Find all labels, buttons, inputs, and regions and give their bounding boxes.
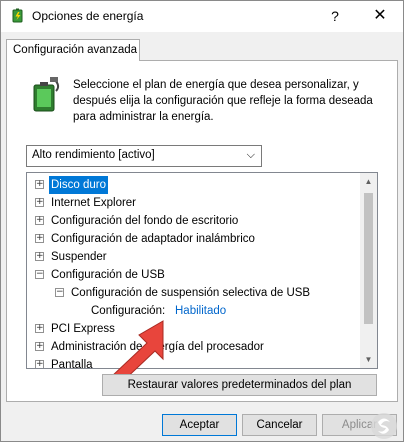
expand-icon[interactable]: + — [35, 324, 44, 333]
title-bar: Opciones de energía ? ✕ — [1, 1, 403, 32]
setting-label: Configuración: — [91, 305, 166, 317]
collapse-icon[interactable]: − — [35, 270, 44, 279]
expand-icon[interactable]: + — [35, 180, 44, 189]
tree-item-label: Configuración del fondo de escritorio — [51, 215, 239, 227]
intro-text: Seleccione el plan de energía que desea … — [73, 79, 373, 123]
site-logo-icon — [371, 413, 397, 439]
chevron-down-icon: ⌵ — [246, 149, 255, 161]
setting-value-link[interactable]: Habilitado — [175, 302, 226, 320]
tree-item-label: Disco duro — [49, 176, 108, 194]
close-button[interactable]: ✕ — [365, 5, 395, 27]
tree-item-label: Suspender — [51, 251, 107, 263]
scroll-up-icon[interactable]: ▲ — [360, 173, 377, 190]
window-title: Opciones de energía — [32, 9, 144, 23]
tree-item-label: Internet Explorer — [51, 197, 137, 209]
tab-advanced-settings[interactable]: Configuración avanzada — [6, 39, 140, 61]
expand-icon[interactable]: + — [35, 252, 44, 261]
power-options-window: Opciones de energía ? ✕ Configuración av… — [0, 0, 404, 442]
help-icon: ? — [331, 8, 339, 24]
ok-button[interactable]: Aceptar — [162, 414, 237, 436]
tree-item-label: Pantalla — [51, 359, 93, 369]
power-options-icon — [12, 8, 23, 23]
expand-icon[interactable]: + — [35, 234, 44, 243]
expand-icon[interactable]: + — [35, 342, 44, 351]
collapse-icon[interactable]: − — [55, 288, 64, 297]
close-icon: ✕ — [373, 7, 387, 24]
settings-tree[interactable]: + Disco duro + Internet Explorer + Confi… — [26, 172, 378, 369]
restore-defaults-button[interactable]: Restaurar valores predeterminados del pl… — [102, 374, 377, 396]
tree-scrollbar[interactable]: ▲ ▼ — [360, 173, 377, 368]
tree-item-label: Configuración de adaptador inalámbrico — [51, 233, 255, 245]
power-plan-select[interactable]: Alto rendimiento [activo] ⌵ — [26, 145, 262, 167]
scroll-down-icon[interactable]: ▼ — [360, 351, 377, 368]
expand-icon[interactable]: + — [35, 216, 44, 225]
power-plan-value: Alto rendimiento [activo] — [32, 149, 155, 161]
battery-plan-icon — [33, 77, 60, 112]
help-button[interactable]: ? — [323, 5, 347, 27]
cancel-button[interactable]: Cancelar — [242, 414, 317, 436]
expand-icon[interactable]: + — [35, 360, 44, 368]
tree-item-label: Configuración de suspensión selectiva de… — [71, 287, 311, 299]
scrollbar-thumb[interactable] — [364, 193, 373, 324]
tree-item-label: Configuración de USB — [51, 269, 165, 281]
expand-icon[interactable]: + — [35, 198, 44, 207]
